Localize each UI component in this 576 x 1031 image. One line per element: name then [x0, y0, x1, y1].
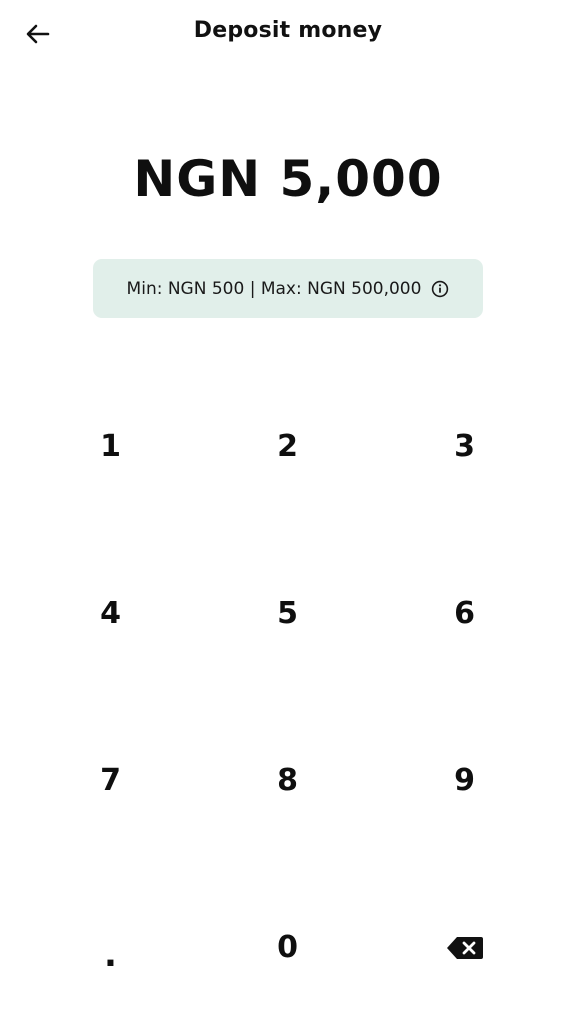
key-9[interactable]: 9 — [376, 697, 553, 864]
key-0[interactable]: 0 — [199, 864, 376, 1031]
deposit-limits-banner: Min: NGN 500 | Max: NGN 500,000 — [93, 259, 483, 318]
key-7[interactable]: 7 — [22, 697, 199, 864]
key-4[interactable]: 4 — [22, 530, 199, 697]
limits-text: Min: NGN 500 | Max: NGN 500,000 — [126, 278, 422, 299]
amount-display: NGN 5,000 — [133, 150, 443, 208]
backspace-button[interactable] — [376, 864, 553, 1031]
key-2[interactable]: 2 — [199, 363, 376, 530]
page-title: Deposit money — [193, 18, 383, 43]
header: Deposit money — [0, 0, 576, 68]
key-6[interactable]: 6 — [376, 530, 553, 697]
key-1[interactable]: 1 — [22, 363, 199, 530]
key-5[interactable]: 5 — [199, 530, 376, 697]
deposit-money-screen: Deposit money NGN 5,000 Min: NGN 500 | M… — [0, 0, 576, 1031]
key-decimal-point[interactable]: . — [22, 864, 199, 1031]
numeric-keypad: 1 2 3 4 5 6 7 8 9 . 0 — [22, 363, 554, 1031]
info-icon[interactable] — [431, 280, 449, 298]
key-8[interactable]: 8 — [199, 697, 376, 864]
key-3[interactable]: 3 — [376, 363, 553, 530]
backspace-icon — [446, 936, 484, 960]
